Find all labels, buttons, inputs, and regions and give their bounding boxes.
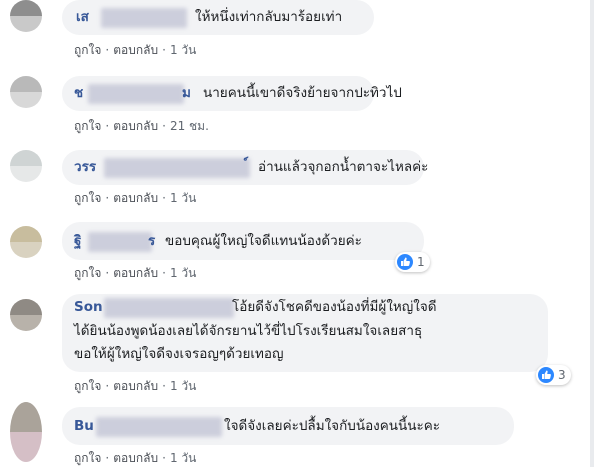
timestamp[interactable]: 1 วัน xyxy=(170,451,196,465)
reply-link[interactable]: ตอบกลับ xyxy=(113,379,158,393)
comment-text: ใจดีจังเลยค่ะปลื้มใจกับน้องคนนี้นะคะ xyxy=(224,418,441,434)
timestamp[interactable]: 1 วัน xyxy=(170,379,196,393)
timestamp[interactable]: 1 วัน xyxy=(170,43,196,57)
commenter-name[interactable]: ฐิ xyxy=(74,232,81,251)
comment-text: นายคนนี้เขาดีจริงย้ายจากปะทิวไป xyxy=(203,85,402,101)
comment-actions: ถูกใจ · ตอบกลับ · 1 วัน xyxy=(74,379,197,393)
comment-bubble: ฐิ ร ขอบคุณผู้ใหญ่ใจดีแทนน้องด้วยค่ะ xyxy=(62,222,424,260)
redacted-name-blur xyxy=(88,84,184,104)
like-link[interactable]: ถูกใจ xyxy=(74,379,101,393)
redacted-name-blur xyxy=(96,417,222,437)
comment-actions: ถูกใจ · ตอบกลับ · 1 วัน xyxy=(74,451,197,465)
redacted-name-blur xyxy=(104,298,234,318)
commenter-name[interactable]: ช xyxy=(74,84,83,103)
reply-link[interactable]: ตอบกลับ xyxy=(113,43,158,57)
like-link[interactable]: ถูกใจ xyxy=(74,119,101,133)
redacted-name-blur xyxy=(88,232,152,252)
avatar[interactable] xyxy=(10,299,42,331)
timestamp[interactable]: 21 ชม. xyxy=(170,119,209,133)
comment-text: ขอบคุณผู้ใหญ่ใจดีแทนน้องด้วยค่ะ xyxy=(165,233,362,249)
reply-link[interactable]: ตอบกลับ xyxy=(113,119,158,133)
comment-bubble: วรร ์ อ่านแล้วจุกอกน้ำตาจะไหลค่ะ xyxy=(62,150,428,185)
reaction-count: 3 xyxy=(558,368,566,382)
comment-bubble: ช ม นายคนนี้เขาดีจริงย้ายจากปะทิวไป xyxy=(62,76,402,111)
reply-link[interactable]: ตอบกลับ xyxy=(113,266,158,280)
commenter-name-suffix: ร xyxy=(148,233,156,249)
timestamp[interactable]: 1 วัน xyxy=(170,266,196,280)
commenter-name[interactable]: Bu xyxy=(74,417,94,436)
reaction-count-badge[interactable]: 1 xyxy=(395,252,430,272)
comment-actions: ถูกใจ · ตอบกลับ · 1 วัน xyxy=(74,191,197,205)
commenter-name[interactable]: Son xyxy=(74,298,103,317)
redacted-name-blur xyxy=(104,158,250,178)
like-link[interactable]: ถูกใจ xyxy=(74,451,101,465)
scrollbar[interactable] xyxy=(590,0,594,467)
commenter-name[interactable]: เส xyxy=(76,8,89,27)
reply-link[interactable]: ตอบกลับ xyxy=(113,451,158,465)
comment-text-line: โอ้ยดีจังโชคดีของน้องที่มีผู้ใหญ่ใจดี xyxy=(232,299,437,315)
comment-actions: ถูกใจ · ตอบกลับ · 1 วัน xyxy=(74,266,197,280)
like-thumb-icon xyxy=(397,254,413,270)
avatar[interactable] xyxy=(10,76,42,108)
comment-bubble: Son โอ้ยดีจังโชคดีของน้องที่มีผู้ใหญ่ใจด… xyxy=(62,294,548,372)
commenter-name-suffix: ม xyxy=(182,85,191,101)
reaction-count: 1 xyxy=(417,255,425,269)
comment-text: ให้หนึ่งเท่ากลับมาร้อยเท่า xyxy=(195,9,343,25)
avatar[interactable] xyxy=(10,150,42,182)
redacted-name-blur xyxy=(101,8,187,28)
like-link[interactable]: ถูกใจ xyxy=(74,43,101,57)
comment-actions: ถูกใจ · ตอบกลับ · 21 ชม. xyxy=(74,119,209,133)
comment-actions: ถูกใจ · ตอบกลับ · 1 วัน xyxy=(74,43,197,57)
comment-bubble: Bu ใจดีจังเลยค่ะปลื้มใจกับน้องคนนี้นะคะ xyxy=(62,407,514,445)
like-link[interactable]: ถูกใจ xyxy=(74,191,101,205)
commenter-name[interactable]: วรร xyxy=(74,158,96,177)
comment-bubble: เส ให้หนึ่งเท่ากลับมาร้อยเท่า xyxy=(62,0,374,35)
reply-link[interactable]: ตอบกลับ xyxy=(113,191,158,205)
comment-text: อ่านแล้วจุกอกน้ำตาจะไหลค่ะ xyxy=(258,159,429,175)
timestamp[interactable]: 1 วัน xyxy=(170,191,196,205)
reaction-count-badge[interactable]: 3 xyxy=(536,365,571,385)
like-thumb-icon xyxy=(538,367,554,383)
avatar[interactable] xyxy=(10,0,42,32)
like-link[interactable]: ถูกใจ xyxy=(74,266,101,280)
avatar[interactable] xyxy=(10,226,42,258)
avatar[interactable] xyxy=(10,402,42,462)
comment-text-line: ขอให้ผู้ใหญ่ใจดีจงเจรอญๆด้วยเทอญ xyxy=(74,346,284,362)
comment-text-line: ได้ยินน้องพูดน้องเลยได้จักรยานไว้ขี่ไปโร… xyxy=(74,323,423,339)
